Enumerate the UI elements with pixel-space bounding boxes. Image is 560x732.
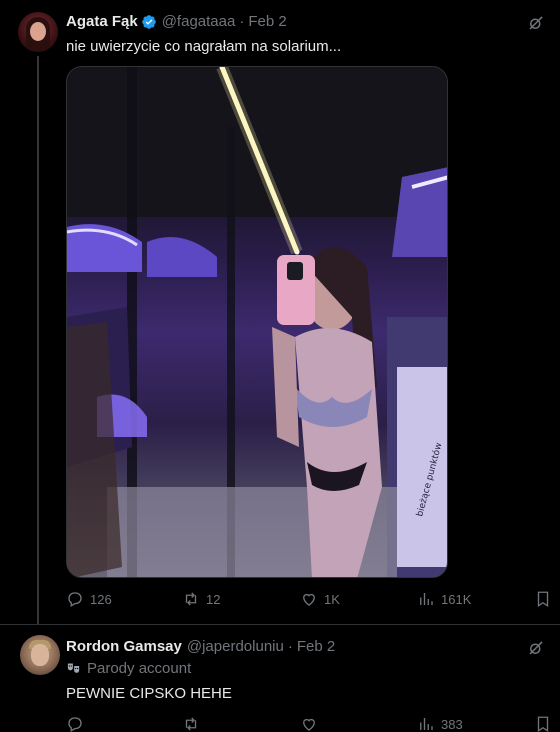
bookmark-button[interactable] — [534, 715, 558, 732]
like-icon — [303, 718, 315, 731]
parody-mask-icon — [67, 663, 80, 673]
reply-icon — [68, 717, 82, 732]
tweet-header: Rordon Gamsay @japerdoluniu · Feb 2 — [66, 638, 335, 655]
reply-count: 126 — [90, 591, 112, 607]
reply-button[interactable]: 126 — [66, 590, 112, 608]
verified-badge-icon — [141, 14, 156, 29]
views-count: 161K — [441, 591, 472, 607]
repost-button[interactable] — [182, 715, 206, 732]
bookmark-icon — [537, 716, 549, 732]
thread-line — [37, 56, 39, 624]
bookmark-button[interactable] — [534, 590, 558, 608]
parody-text: Parody account — [87, 660, 192, 677]
repost-count: 12 — [206, 591, 221, 607]
avatar[interactable] — [20, 635, 60, 675]
action-bar: 383 — [66, 715, 550, 732]
bookmark-icon — [537, 591, 549, 608]
separator-dot: · — [287, 638, 293, 655]
repost-icon — [185, 592, 197, 606]
author-handle[interactable]: @fagataaa — [162, 13, 236, 30]
views-button[interactable]: 161K — [417, 590, 471, 608]
avatar[interactable] — [18, 12, 58, 52]
views-icon — [420, 593, 433, 605]
like-button[interactable] — [300, 715, 324, 732]
repost-button[interactable]: 12 — [182, 590, 220, 608]
tweet-1[interactable]: Agata Fąk @fagataaa · Feb 2 nie uwierzyc… — [0, 0, 560, 624]
tweet-media-photo[interactable]: bieżące punktów — [66, 66, 448, 578]
tweet-text: PEWNIE CIPSKO HEHE — [66, 685, 232, 702]
views-count: 383 — [441, 716, 463, 732]
views-button[interactable]: 383 — [417, 715, 463, 732]
tweet-date[interactable]: Feb 2 — [297, 638, 335, 655]
reply-button[interactable] — [66, 715, 90, 732]
tweet-date[interactable]: Feb 2 — [248, 13, 286, 30]
like-button[interactable]: 1K — [300, 590, 340, 608]
separator-dot: · — [239, 13, 245, 30]
like-icon — [303, 593, 315, 606]
author-name[interactable]: Rordon Gamsay — [66, 638, 182, 655]
author-handle[interactable]: @japerdoluniu — [187, 638, 284, 655]
tweet-text: nie uwierzycie co nagrałam na solarium..… — [66, 38, 342, 55]
tweet-header: Agata Fąk @fagataaa · Feb 2 — [66, 13, 287, 30]
grok-icon[interactable] — [527, 14, 545, 32]
author-name[interactable]: Agata Fąk — [66, 13, 138, 30]
photo-scene: bieżące punktów — [67, 67, 447, 577]
parody-label: Parody account — [66, 660, 191, 677]
action-bar: 126 12 1K 161K — [66, 590, 550, 612]
repost-icon — [185, 717, 197, 731]
like-count: 1K — [324, 591, 340, 607]
views-icon — [420, 718, 433, 730]
grok-icon[interactable] — [527, 639, 545, 657]
reply-icon — [68, 592, 82, 607]
tweet-2[interactable]: Rordon Gamsay @japerdoluniu · Feb 2 Paro… — [0, 624, 560, 732]
